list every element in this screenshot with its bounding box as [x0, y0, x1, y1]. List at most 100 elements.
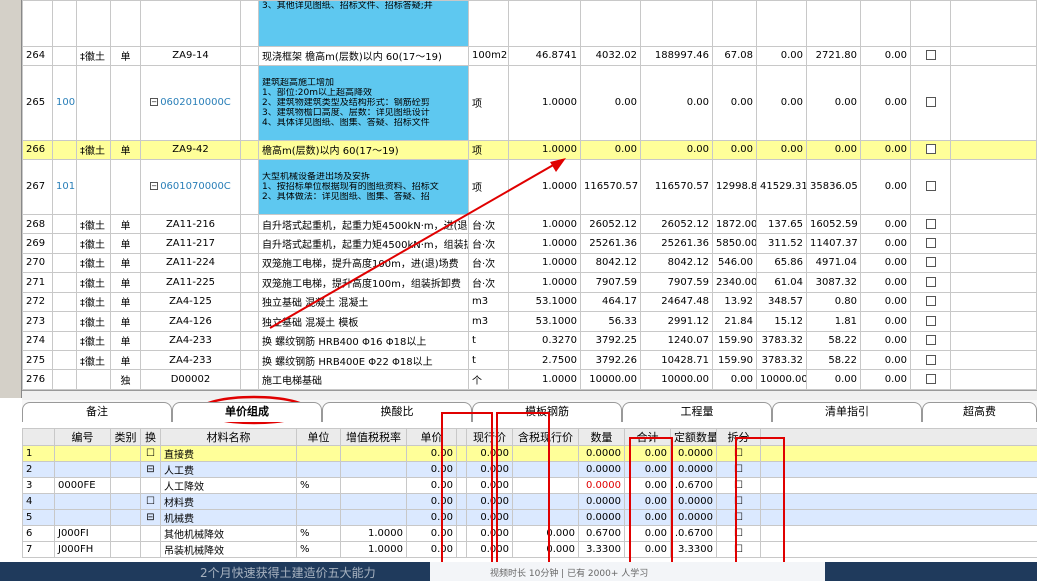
cell[interactable]: [910, 252, 951, 274]
cell[interactable]: [910, 45, 951, 67]
column-header[interactable]: 编号: [54, 428, 111, 446]
cell[interactable]: 大型机械设备进出场及安拆 1、按招标单位根据现有的图纸资料、招标文 2、具体做法：详…: [258, 158, 469, 215]
cell[interactable]: ‡徽土: [76, 272, 111, 293]
cell[interactable]: 0.00: [712, 139, 757, 160]
cell[interactable]: [52, 213, 77, 235]
cell[interactable]: 单: [110, 139, 141, 160]
cell[interactable]: 单: [110, 233, 141, 254]
cell[interactable]: 273: [22, 311, 53, 332]
cell[interactable]: 1872.00: [712, 213, 757, 235]
cell[interactable]: 单: [110, 272, 141, 293]
cell[interactable]: ZA4-125: [140, 291, 241, 313]
cell[interactable]: [76, 65, 111, 141]
cell[interactable]: 16052.59: [806, 213, 861, 235]
cell[interactable]: 0.00: [640, 139, 713, 160]
cell[interactable]: J000FH: [54, 541, 111, 558]
cell[interactable]: 26052.12: [640, 213, 713, 235]
cell[interactable]: [76, 369, 111, 390]
cell[interactable]: 546.00: [712, 252, 757, 274]
cell[interactable]: 348.57: [756, 291, 807, 313]
cell[interactable]: [240, 311, 259, 332]
cell[interactable]: ZA9-14: [140, 45, 241, 67]
cell[interactable]: 268: [22, 213, 53, 235]
cell[interactable]: [950, 213, 1037, 235]
cell[interactable]: 41529.31: [756, 158, 807, 215]
cell[interactable]: 0.00: [712, 369, 757, 390]
cell[interactable]: 5: [22, 509, 55, 526]
cell[interactable]: 0.00: [860, 65, 911, 141]
cell[interactable]: 2: [22, 461, 55, 478]
cell[interactable]: 台·次: [468, 252, 509, 274]
cell[interactable]: [240, 369, 259, 390]
cell[interactable]: 265: [22, 65, 53, 141]
cell[interactable]: [52, 45, 77, 67]
cell[interactable]: [950, 0, 1037, 47]
cell[interactable]: 1.0000: [508, 252, 581, 274]
cell[interactable]: [140, 525, 161, 542]
estimate-row[interactable]: 268 ‡徽土单 ZA11-216 自升塔式起重机，起重力矩4500kN·m，进(退)…: [22, 213, 1037, 235]
cell[interactable]: 独立基础 混凝土 混凝土: [258, 291, 469, 313]
cell[interactable]: [110, 525, 141, 542]
cell[interactable]: 25261.36: [580, 233, 641, 254]
cell[interactable]: ZA9-42: [140, 139, 241, 160]
cell[interactable]: 4: [22, 493, 55, 510]
cell[interactable]: ⊟: [140, 461, 161, 478]
cell[interactable]: 311.52: [756, 233, 807, 254]
checkbox[interactable]: [925, 354, 936, 365]
cell[interactable]: [110, 445, 141, 462]
cell[interactable]: [110, 509, 141, 526]
cell[interactable]: [52, 0, 77, 47]
checkbox[interactable]: [925, 97, 936, 108]
cell[interactable]: [52, 330, 77, 351]
cell[interactable]: 4971.04: [806, 252, 861, 274]
cell[interactable]: 1240.07: [640, 330, 713, 351]
checkbox[interactable]: [925, 296, 936, 307]
cell[interactable]: [756, 0, 807, 47]
cell[interactable]: [52, 311, 77, 332]
cell[interactable]: 施工电梯基础: [258, 369, 469, 390]
cell[interactable]: 台·次: [468, 213, 509, 235]
cell[interactable]: [760, 445, 1037, 462]
cell[interactable]: [950, 252, 1037, 274]
cell[interactable]: [110, 65, 141, 141]
estimate-row[interactable]: 3、其他详见图纸、招标文件、招标答疑;并: [22, 0, 1037, 47]
cell[interactable]: 65.86: [756, 252, 807, 274]
column-header[interactable]: 增值税税率: [340, 428, 407, 446]
cell[interactable]: [910, 65, 951, 141]
cell[interactable]: [240, 139, 259, 160]
cell[interactable]: 58.22: [806, 349, 861, 371]
cell[interactable]: 个: [468, 369, 509, 390]
cell[interactable]: [76, 0, 111, 47]
cell[interactable]: 0.00: [860, 369, 911, 390]
cell[interactable]: [760, 461, 1037, 478]
cell[interactable]: [910, 311, 951, 332]
cell[interactable]: [110, 541, 141, 558]
cell[interactable]: ‡徽土: [76, 139, 111, 160]
cell[interactable]: [110, 477, 141, 494]
cell[interactable]: 直接费: [160, 445, 297, 462]
cell[interactable]: 26052.12: [580, 213, 641, 235]
cell[interactable]: ☐: [140, 493, 161, 510]
cell[interactable]: 269: [22, 233, 53, 254]
cell[interactable]: [22, 0, 53, 47]
cell[interactable]: [910, 272, 951, 293]
cell[interactable]: −0601070000C: [140, 158, 241, 215]
estimate-row[interactable]: 266 ‡徽土单 ZA9-42 檐高m(层数)以内 60(17～19) 项 1.0000 0…: [22, 139, 1037, 160]
cell[interactable]: ‡徽土: [76, 349, 111, 371]
cell[interactable]: 1.81: [806, 311, 861, 332]
cell[interactable]: 0.00: [860, 158, 911, 215]
cell[interactable]: 2340.00: [712, 272, 757, 293]
checkbox[interactable]: [925, 315, 936, 326]
cell[interactable]: 1.0000: [508, 369, 581, 390]
cell[interactable]: 0.0000: [670, 509, 717, 526]
cell[interactable]: 1.0000: [508, 65, 581, 141]
cell[interactable]: [110, 461, 141, 478]
cell[interactable]: 单: [110, 291, 141, 313]
cell[interactable]: 1.0000: [508, 158, 581, 215]
cell[interactable]: 0.80: [806, 291, 861, 313]
cell[interactable]: ‡徽土: [76, 233, 111, 254]
cell[interactable]: t: [468, 330, 509, 351]
cell[interactable]: 0000FE: [54, 477, 111, 494]
cell[interactable]: 3: [22, 477, 55, 494]
cell[interactable]: ZA11-217: [140, 233, 241, 254]
